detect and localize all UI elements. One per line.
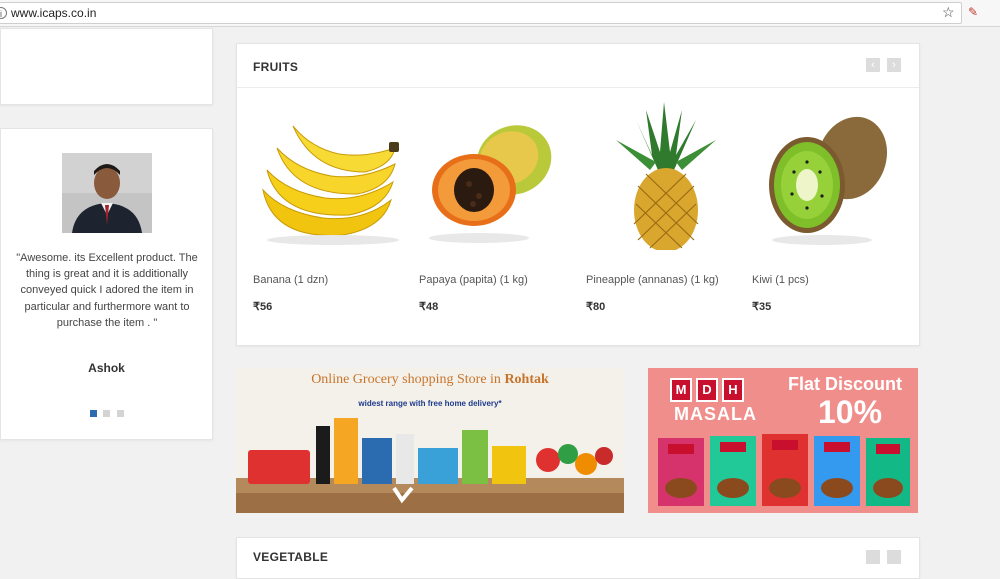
testimonial-author: Ashok: [88, 361, 125, 375]
carousel-dot-3[interactable]: [116, 410, 124, 417]
mdh-masala-banner[interactable]: MDH MASALA Flat Discount 10%: [648, 368, 918, 513]
product-price: ₹48: [419, 301, 439, 313]
mdh-discount-percent: 10%: [818, 394, 883, 430]
product-name[interactable]: Papaya (papita) (1 kg): [419, 274, 528, 286]
grocery-products-illustration: [236, 418, 624, 513]
grocery-banner-title: Online Grocery shopping Store in Rohtak: [236, 372, 624, 388]
bookmark-star-icon[interactable]: ☆: [942, 4, 955, 21]
banana-image[interactable]: [253, 100, 413, 250]
mdh-flat-discount: Flat Discount: [788, 374, 903, 394]
mdh-logo-letter: H: [722, 378, 744, 402]
grocery-banner[interactable]: Online Grocery shopping Store in Rohtak …: [236, 368, 624, 513]
product-name[interactable]: Pineapple (annanas) (1 kg): [586, 274, 719, 286]
carousel-dots: [90, 404, 126, 422]
info-icon[interactable]: i: [0, 7, 7, 19]
kiwi-image[interactable]: [752, 100, 912, 250]
fruits-next-button[interactable]: ›: [887, 58, 901, 72]
fruits-panel: FRUITS ‹ › Banana (1 dzn) ₹56 Papaya (pa…: [236, 43, 920, 346]
url-field[interactable]: i www.icaps.co.in: [0, 2, 962, 24]
sidebar-blank-card: [0, 28, 213, 105]
carousel-dot-1[interactable]: [90, 410, 97, 417]
mdh-logo: MDH: [670, 378, 748, 402]
testimonial-card: "Awesome. its Excellent product. The thi…: [0, 128, 213, 440]
vegetable-panel: VEGETABLE: [236, 537, 920, 579]
grocery-banner-city: Rohtak: [504, 372, 549, 387]
product-price: ₹56: [253, 301, 273, 313]
fruits-section-title: FRUITS: [253, 60, 299, 74]
mdh-masala-label: MASALA: [674, 404, 757, 424]
url-text: www.icaps.co.in: [11, 6, 97, 20]
grocery-banner-title-prefix: Online Grocery shopping Store in: [311, 372, 501, 387]
papaya-image[interactable]: [419, 100, 579, 250]
avatar: [62, 153, 152, 233]
mdh-logo-letter: M: [670, 378, 692, 402]
product-name[interactable]: Kiwi (1 pcs): [752, 274, 809, 286]
pineapple-image[interactable]: [586, 100, 746, 250]
grocery-banner-subtitle: widest range with free home delivery*: [358, 399, 502, 408]
product-price: ₹35: [752, 301, 772, 313]
fruits-prev-button[interactable]: ‹: [866, 58, 880, 72]
testimonial-quote: "Awesome. its Excellent product. The thi…: [16, 252, 198, 329]
carousel-dot-2[interactable]: [103, 410, 111, 417]
product-name[interactable]: Banana (1 dzn): [253, 274, 328, 286]
browser-address-bar: i www.icaps.co.in ☆ ✎: [0, 0, 1000, 27]
product-price: ₹80: [586, 301, 606, 313]
masala-boxes-illustration: [658, 434, 910, 506]
panel-divider: [237, 87, 919, 88]
extension-icon[interactable]: ✎: [968, 5, 978, 19]
mdh-logo-letter: D: [696, 378, 718, 402]
